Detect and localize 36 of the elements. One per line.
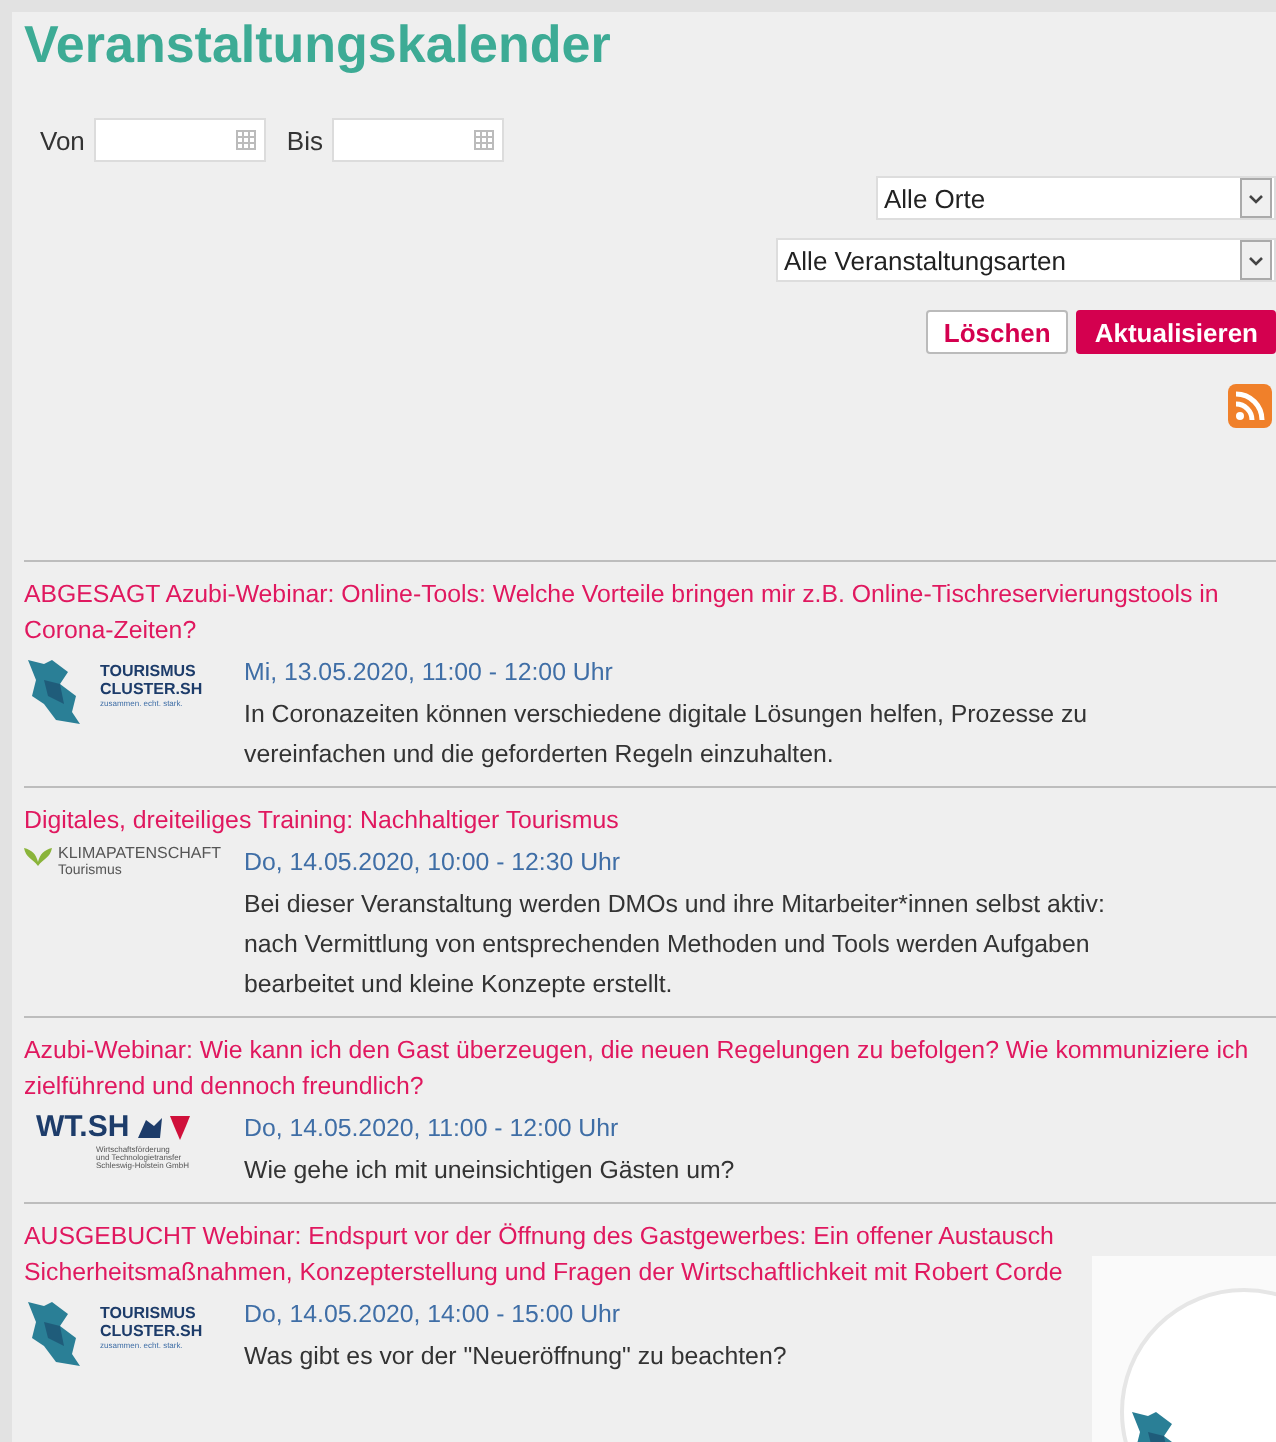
calendar-icon [474,130,495,150]
event-description: Wie gehe ich mit uneinsichtigen Gästen um? [244,1154,737,1188]
event-type-select[interactable]: Alle Veranstaltungsarten [776,238,1276,282]
logo-text: TOURISMUS [100,664,198,682]
logo-text: KLIMAPATENSCHAFT [58,846,221,863]
date-field[interactable] [94,118,267,162]
event-title-link[interactable]: AUSGEBUCHT Webinar: Endspurt vor der Öffnung des Gastgewerbes: Ein offener Austausch [24,1218,1276,1254]
event-date: Do, 14.05.2020, 14:00 - 15:00 Uhr [244,1298,623,1332]
place-select[interactable]: Alle Orte [876,176,1276,220]
event-description: Was gibt es vor der "Neueröffnung" zu beachten? [244,1340,789,1374]
event-description: Bei dieser Veranstaltung werden DMOs und ihre Mitarbeiter*innen selbst aktiv: nach Vermittlung von entsprechenden Methoden und Tools werden Aufgaben bearbeitet und kleine Konzepte erstellt. [244,888,1107,1002]
map-logo-icon [24,1298,84,1370]
rss-icon[interactable] [1228,384,1272,428]
clear-button[interactable]: Löschen [925,310,1069,354]
leaf-icon [24,846,52,866]
from-label: Von [40,125,85,155]
event-date: Do, 14.05.2020, 11:00 - 12:00 Uhr [244,1112,621,1146]
page-title: Veranstaltungskalender [24,12,613,74]
logo-text: WT.SH [36,1112,130,1145]
logo-text: CLUSTER.SH [100,1323,203,1342]
event-date: Mi, 13.05.2020, 11:00 - 12:00 Uhr [244,656,615,690]
date-field[interactable] [332,118,505,162]
update-button[interactable]: Aktualisieren [1076,310,1276,354]
event-description: In Coronazeiten können verschiedene digitale Lösungen helfen, Prozesse zu vereinfachen und die geforderten Regeln einzuhalten. [244,698,1090,772]
event-title-link[interactable]: Digitales, dreiteiliges Training: Nachhaltiger Tourismus [24,802,1276,838]
event-title-link[interactable]: zielführend und dennoch freundlich? [24,1068,1276,1104]
event-title-link[interactable]: Corona-Zeiten? [24,612,1276,648]
event-title-link[interactable]: Azubi-Webinar: Wie kann ich den Gast überzeugen, die neuen Regelungen zu befolgen? Wie kommuniziere ich [24,1032,1276,1068]
crest-icon [135,1114,192,1143]
event-title-link[interactable]: ABGESAGT Azubi-Webinar: Online-Tools: Welche Vorteile bringen mir z.B. Online-Tischreservierungstools in [24,576,1276,612]
event-date: Do, 14.05.2020, 10:00 - 12:30 Uhr [244,846,623,880]
calendar-icon [236,130,257,150]
logo-text: CLUSTER.SH [100,681,203,700]
to-label: Bis [286,125,323,155]
logo-text: TOURISMUS [100,1306,198,1324]
map-logo-icon [24,656,84,728]
